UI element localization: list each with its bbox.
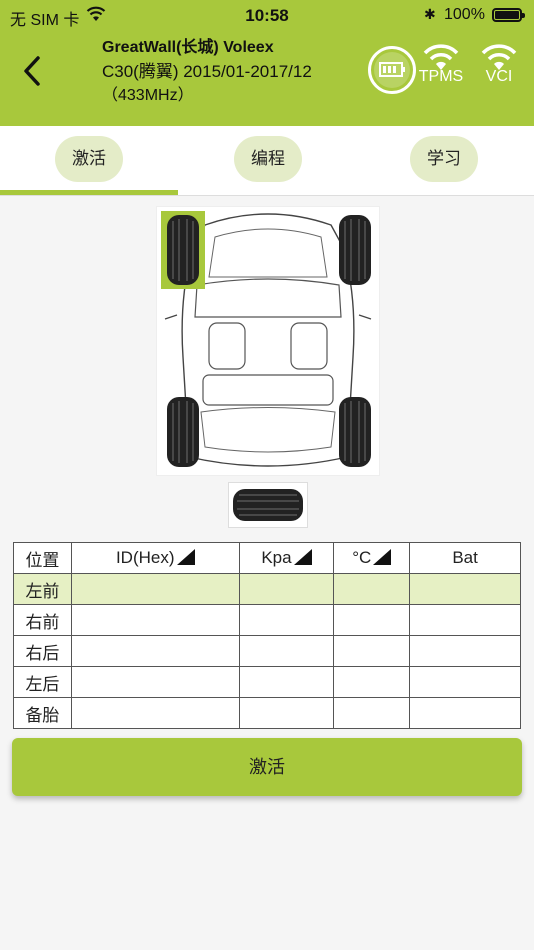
battery-status-icon [492, 8, 525, 22]
row-bat [409, 635, 521, 667]
spare-tire-icon [233, 489, 303, 521]
title-line-1: GreatWall(长城) Voleex [102, 39, 274, 56]
row-position: 右前 [13, 604, 72, 636]
tire-front-left[interactable] [161, 211, 205, 289]
vehicle-diagram [156, 206, 380, 476]
bluetooth-icon: ✱ [424, 6, 436, 22]
table-row[interactable]: 左后 [13, 666, 521, 698]
row-id [70, 635, 240, 667]
row-kpa [238, 666, 335, 698]
table-row[interactable]: 右前 [13, 604, 521, 636]
row-position: 备胎 [13, 697, 72, 729]
col-position: 位置 [13, 542, 72, 574]
col-temp[interactable]: °C [333, 542, 411, 574]
table-row[interactable]: 备胎 [13, 697, 521, 729]
col-temp-label: °C [352, 548, 372, 567]
col-id-hex[interactable]: ID(Hex) [70, 542, 240, 574]
row-temp [333, 573, 411, 605]
vehicle-title: GreatWall(长城) Voleex C30(腾翼) 2015/01-201… [102, 36, 352, 108]
tab-program[interactable]: 编程 [234, 136, 302, 182]
tab-activate[interactable]: 激活 [55, 136, 123, 182]
tab-divider [0, 195, 534, 196]
row-temp [333, 604, 411, 636]
row-position: 右后 [13, 635, 72, 667]
row-bat [409, 573, 521, 605]
row-temp [333, 635, 411, 667]
col-id-hex-label: ID(Hex) [115, 548, 175, 567]
sort-icon [293, 549, 312, 565]
row-temp [333, 666, 411, 698]
row-kpa [238, 573, 335, 605]
row-kpa [238, 697, 335, 729]
tab-learn[interactable]: 学习 [410, 136, 478, 182]
tire-spare[interactable] [228, 482, 308, 528]
sort-icon [176, 549, 195, 565]
row-kpa [238, 604, 335, 636]
title-line-3: （433MHz） [102, 87, 194, 104]
tire-icon [167, 397, 199, 467]
row-position: 左前 [13, 573, 72, 605]
row-position: 左后 [13, 666, 72, 698]
table-row[interactable]: 右后 [13, 635, 521, 667]
tpms-label: TPMS [418, 68, 464, 85]
row-bat [409, 697, 521, 729]
back-chevron-icon[interactable] [18, 54, 48, 88]
row-id [70, 604, 240, 636]
col-bat: Bat [409, 542, 521, 574]
sensor-table: 位置 ID(Hex) Kpa °C Bat 左前 右前 右后 左后 备胎 [13, 542, 521, 729]
status-bar: 无 SIM 卡 10:58 ✱ 100% [0, 4, 534, 29]
title-line-2: C30(腾翼) 2015/01-2017/12 [102, 62, 312, 81]
tire-front-right[interactable] [333, 211, 377, 289]
vci-label: VCI [485, 68, 513, 85]
activate-button[interactable]: 激活 [12, 738, 522, 796]
app-header: 无 SIM 卡 10:58 ✱ 100% GreatWall(长城) Volee… [0, 0, 534, 126]
row-id [70, 666, 240, 698]
row-temp [333, 697, 411, 729]
tire-icon [339, 397, 371, 467]
sort-icon [373, 549, 392, 565]
col-kpa[interactable]: Kpa [238, 542, 335, 574]
tire-rear-left[interactable] [161, 393, 205, 471]
table-header-row: 位置 ID(Hex) Kpa °C Bat [13, 542, 521, 574]
tire-icon [339, 215, 371, 285]
row-bat [409, 604, 521, 636]
row-bat [409, 666, 521, 698]
col-kpa-label: Kpa [261, 548, 292, 567]
battery-percent: 100% [444, 6, 485, 23]
row-id [70, 697, 240, 729]
tire-icon [167, 215, 199, 285]
tire-rear-right[interactable] [333, 393, 377, 471]
row-id [70, 573, 240, 605]
vci-signal[interactable]: VCI [476, 44, 522, 86]
tpms-signal[interactable]: TPMS [418, 44, 464, 86]
table-row[interactable]: 左前 [13, 573, 521, 605]
mode-tabs: 激活 编程 学习 [0, 126, 534, 196]
row-kpa [238, 635, 335, 667]
device-battery-icon[interactable] [368, 46, 416, 94]
